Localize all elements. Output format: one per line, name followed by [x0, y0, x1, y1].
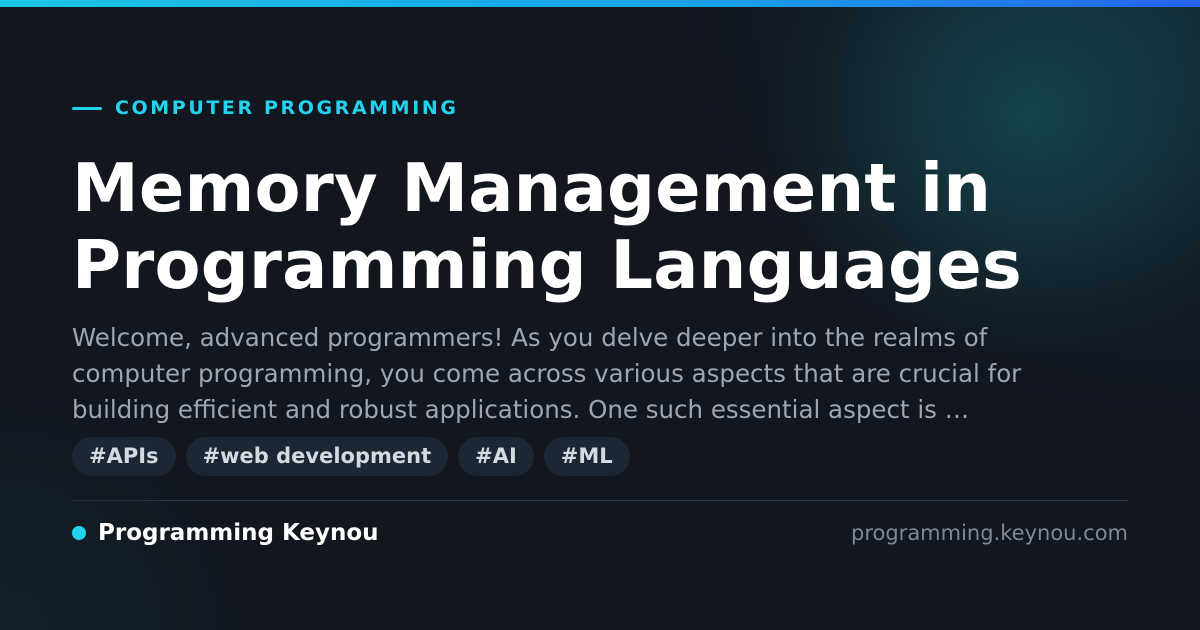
page-title: Memory Management in Programming Languag… [72, 150, 1152, 304]
brand: Programming Keynou [72, 518, 379, 548]
footer-divider [72, 500, 1128, 501]
category-label: COMPUTER PROGRAMMING [115, 97, 459, 119]
tag-list: #APIs #web development #AI #ML [72, 437, 630, 476]
share-card: COMPUTER PROGRAMMING Memory Management i… [0, 0, 1200, 630]
excerpt-line: building efficient and robust applicatio… [72, 395, 970, 424]
excerpt-line: computer programming, you come across va… [72, 359, 1022, 388]
category-eyebrow: COMPUTER PROGRAMMING [72, 95, 459, 121]
tag-ml: #ML [543, 437, 630, 476]
tag-ai: #AI [458, 437, 534, 476]
brand-dot-icon [72, 526, 86, 540]
site-url: programming.keynou.com [851, 521, 1128, 545]
eyebrow-dash-icon [72, 106, 102, 110]
title-line: Programming Languages [72, 226, 1022, 304]
tag-web-development: #web development [185, 437, 449, 476]
tag-apis: #APIs [72, 437, 176, 476]
title-line: Memory Management in [72, 149, 992, 227]
top-accent-bar [0, 0, 1200, 7]
excerpt-line: Welcome, advanced programmers! As you de… [72, 323, 988, 352]
brand-name: Programming Keynou [98, 520, 379, 546]
article-excerpt: Welcome, advanced programmers! As you de… [72, 320, 1152, 428]
